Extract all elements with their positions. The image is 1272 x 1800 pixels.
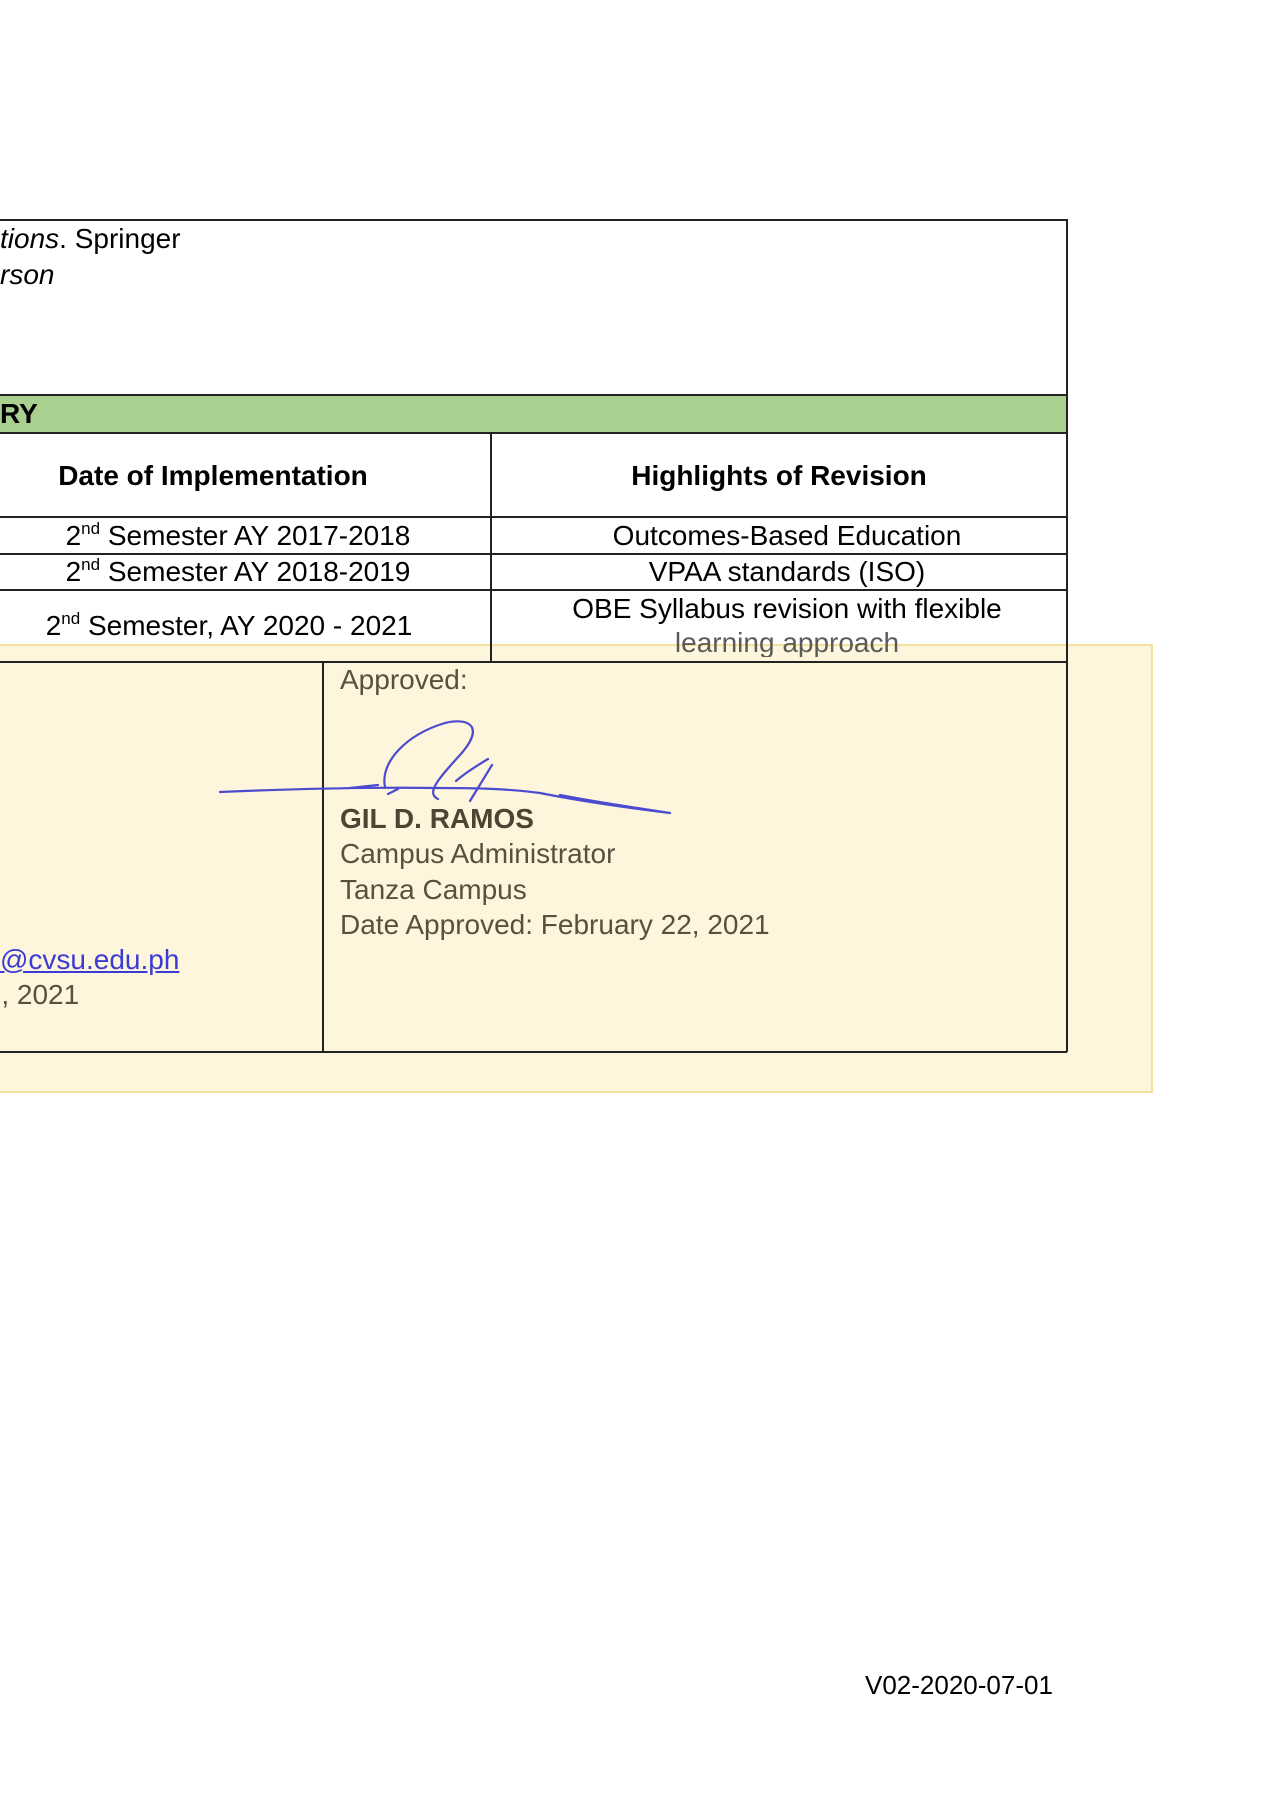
revision-history-title: RY [0,398,38,429]
email-link[interactable]: @cvsu.edu.ph [0,946,179,974]
table-row-1-date: 2nd Semester AY 2017-2018 [65,519,411,551]
reference-line-1: tions. Springer [0,223,181,254]
table-line [0,661,1067,663]
column-header-highlights: Highlights of Revision [631,460,927,491]
approved-label: Approved: [340,664,468,695]
column-header-date: Date of Implementation [58,460,368,491]
revision-history-header-band [0,395,1066,432]
table-top-border [0,219,1067,221]
approver-position: Campus Administrator [340,838,616,869]
table-row-2-date: 2nd Semester AY 2018-2019 [65,555,411,587]
table-line [0,1051,1067,1053]
approver-name: GIL D. RAMOS [340,803,534,834]
table-line [0,394,1067,396]
reference-line-2: rson [0,259,55,290]
table-line [0,516,1067,518]
table-line [0,432,1067,434]
table-row-1-highlight: Outcomes-Based Education [612,520,962,551]
version-code: V02-2020-07-01 [865,1670,1053,1700]
table-row-3-highlight-line-1: OBE Syllabus revision with flexible [572,593,1002,624]
table-line [0,589,1067,591]
table-row-3-highlight-line-2: learning approach [674,629,900,657]
table-row-2-highlight: VPAA standards (ISO) [648,556,926,587]
table-line [0,553,1067,555]
prepared-date-partial: ), 2021 [0,979,80,1010]
table-row-3-date: 2nd Semester, AY 2020 - 2021 [45,609,413,641]
approval-date: Date Approved: February 22, 2021 [340,909,770,940]
approver-campus: Tanza Campus [340,874,527,905]
